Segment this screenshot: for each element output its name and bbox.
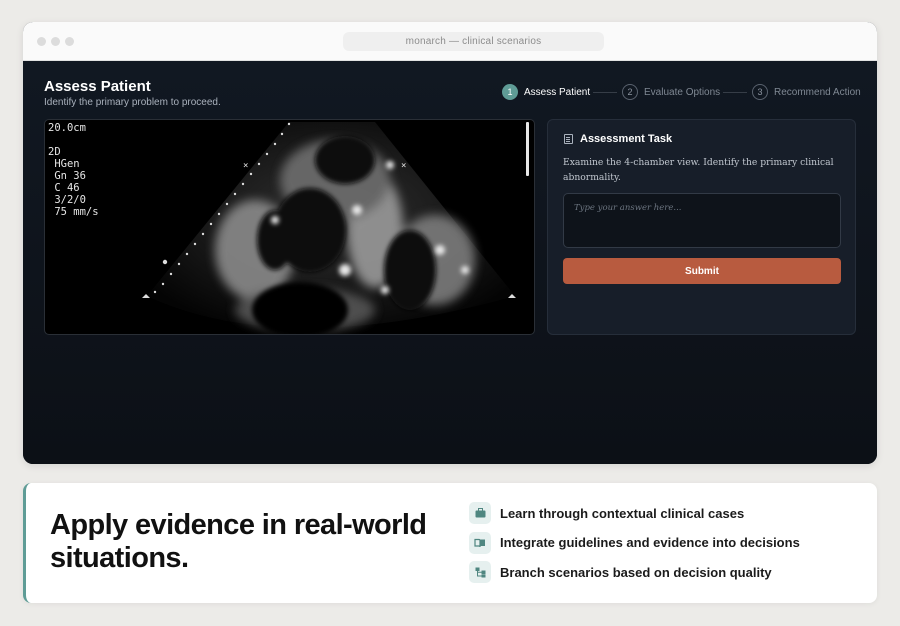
submit-button[interactable]: Submit [563, 258, 841, 284]
step-assess-patient[interactable]: 1 Assess Patient [502, 84, 590, 100]
overlay-line [48, 134, 99, 146]
svg-text:×: × [243, 161, 248, 171]
task-description: Examine the 4-chamber view. Identify the… [563, 157, 834, 183]
title-bar: monarch — clinical scenarios [23, 22, 877, 61]
step-connector [723, 92, 747, 93]
feature-list: Learn through contextual clinical cases … [469, 502, 800, 591]
feature-label: Integrate guidelines and evidence into d… [500, 535, 800, 550]
step-number: 2 [622, 84, 638, 100]
address-bar[interactable]: monarch — clinical scenarios [343, 32, 604, 51]
briefcase-icon [469, 502, 491, 524]
clipboard-icon [564, 134, 573, 144]
overlay-line: 3/2/0 [48, 194, 86, 206]
step-connector [593, 92, 617, 93]
step-label: Assess Patient [524, 86, 591, 98]
step-number: 3 [752, 84, 768, 100]
assessment-task-panel: Assessment Task Examine the 4-chamber vi… [547, 119, 856, 335]
maximize-window-icon[interactable] [65, 37, 74, 46]
step-evaluate-options[interactable]: 2 Evaluate Options [622, 84, 720, 100]
feature-card: Apply evidence in real-world situations.… [23, 483, 877, 603]
minimize-window-icon[interactable] [51, 37, 60, 46]
book-icon [469, 531, 491, 554]
ultrasound-sector: × × [142, 122, 516, 334]
browser-window: monarch — clinical scenarios Assess Pati… [23, 22, 877, 464]
feature-item: Branch scenarios based on decision quali… [469, 561, 800, 583]
step-label: Evaluate Options [644, 86, 721, 98]
overlay-line: 2D [48, 146, 61, 158]
step-number: 1 [502, 84, 518, 100]
depth-scale-bar [526, 122, 529, 176]
ultrasound-settings-overlay: 20.0cm 2D HGen Gn 36 C 46 3/2/0 75 mm/s [48, 122, 99, 218]
task-title: Assessment Task [580, 133, 673, 145]
close-window-icon[interactable] [37, 37, 46, 46]
branch-icon [469, 561, 491, 583]
feature-label: Learn through contextual clinical cases [500, 505, 745, 521]
echocardiogram-image: × × 20.0cm 2D HGen Gn 36 C 46 3/2/0 75 mm… [44, 119, 535, 335]
overlay-line: C 46 [48, 182, 80, 194]
feature-label: Branch scenarios based on decision quali… [500, 564, 772, 580]
overlay-line: 20.0cm [48, 122, 86, 134]
overlay-line: 75 mm/s [48, 206, 99, 218]
overlay-line: HGen [48, 158, 80, 170]
card-headline: Apply evidence in real-world situations. [50, 509, 427, 574]
window-controls [37, 37, 74, 46]
overlay-line: Gn 36 [48, 170, 86, 182]
page-subtitle: Identify the primary problem to proceed. [44, 97, 221, 108]
feature-item: Learn through contextual clinical cases [469, 502, 800, 524]
page-title: Assess Patient [44, 78, 151, 95]
step-label: Recommend Action [774, 86, 861, 98]
task-header: Assessment Task [564, 133, 672, 145]
feature-item: Integrate guidelines and evidence into d… [469, 531, 800, 554]
app-content: Assess Patient Identify the primary prob… [23, 61, 877, 464]
answer-input[interactable] [563, 193, 841, 248]
svg-text:×: × [401, 161, 406, 171]
step-recommend-action[interactable]: 3 Recommend Action [752, 84, 861, 100]
